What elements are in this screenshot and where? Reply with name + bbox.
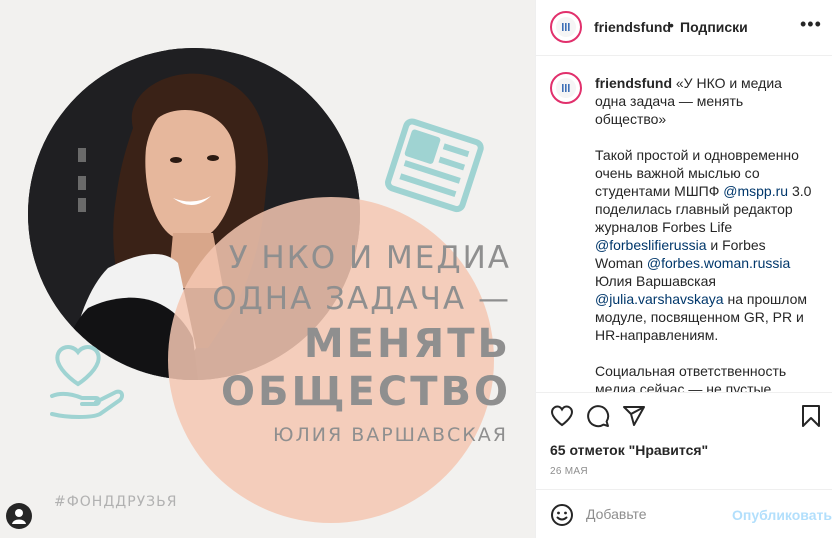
publish-button[interactable]: Опубликовать xyxy=(732,507,832,523)
headline-line-1: У НКО И МЕДИА xyxy=(228,240,511,276)
post-sidebar: friendsfund • Подписки ••• friendsfund «… xyxy=(535,0,832,538)
heart-outline-icon[interactable] xyxy=(550,404,574,428)
fund-logo-icon xyxy=(562,23,570,31)
caption-body: friendsfund «У НКО и медиа одна задача —… xyxy=(595,74,815,392)
add-comment-bar: Опубликовать xyxy=(536,489,832,538)
caption-paragraph-3: Социальная ответственность медиа сейчас … xyxy=(595,362,815,392)
tagged-user-icon[interactable] xyxy=(6,503,32,529)
likes-count[interactable]: 65 отметок "Нравится" xyxy=(550,442,708,458)
bookmark-icon[interactable] xyxy=(801,404,821,428)
mention-link[interactable]: @forbeslifierussia xyxy=(595,237,706,253)
headline-line-2: ОДНА ЗАДАЧА — xyxy=(212,281,511,317)
smiley-icon[interactable] xyxy=(550,503,574,527)
caption-paragraph-2: Такой простой и одновременно очень важно… xyxy=(595,146,815,344)
comments-area[interactable]: friendsfund «У НКО и медиа одна задача —… xyxy=(536,56,832,392)
newspaper-icon xyxy=(385,118,484,213)
following-button[interactable]: Подписки xyxy=(680,19,748,35)
mention-link[interactable]: @mspp.ru xyxy=(723,183,788,199)
more-options-icon[interactable]: ••• xyxy=(800,14,822,35)
comment-input[interactable] xyxy=(586,504,756,524)
separator-dot: • xyxy=(669,17,674,33)
caption-username[interactable]: friendsfund xyxy=(595,75,672,91)
author-name: ЮЛИЯ ВАРШАВСКАЯ xyxy=(272,424,508,446)
post-header: friendsfund • Подписки ••• xyxy=(536,0,832,56)
caption-paragraph-1: friendsfund «У НКО и медиа одна задача —… xyxy=(595,74,815,128)
post-image[interactable]: У НКО И МЕДИА ОДНА ЗАДАЧА — МЕНЯТЬ ОБЩЕС… xyxy=(0,0,535,538)
caption-text: Социальная ответственность медиа сейчас … xyxy=(595,363,787,392)
paper-plane-icon[interactable] xyxy=(622,404,646,428)
header-username[interactable]: friendsfund xyxy=(594,19,671,35)
headline-line-3: МЕНЯТЬ xyxy=(303,321,511,367)
caption-text: Юлия Варшавская xyxy=(595,273,716,289)
mention-link[interactable]: @julia.varshavskaya xyxy=(595,291,724,307)
avatar[interactable] xyxy=(550,72,582,104)
heart-in-hand-icon xyxy=(50,345,125,419)
hashtag: #ФОНДДРУЗЬЯ xyxy=(54,494,178,510)
post-date: 26 МАЯ xyxy=(550,466,588,477)
headline-line-4: ОБЩЕСТВО xyxy=(221,369,511,415)
action-bar xyxy=(536,392,832,432)
avatar[interactable] xyxy=(550,11,582,43)
mention-link[interactable]: @forbes.woman.russia xyxy=(647,255,790,271)
comment-bubble-icon[interactable] xyxy=(586,404,610,428)
headline: У НКО И МЕДИА ОДНА ЗАДАЧА — МЕНЯТЬ ОБЩЕС… xyxy=(212,238,511,416)
fund-logo-icon xyxy=(562,84,570,92)
